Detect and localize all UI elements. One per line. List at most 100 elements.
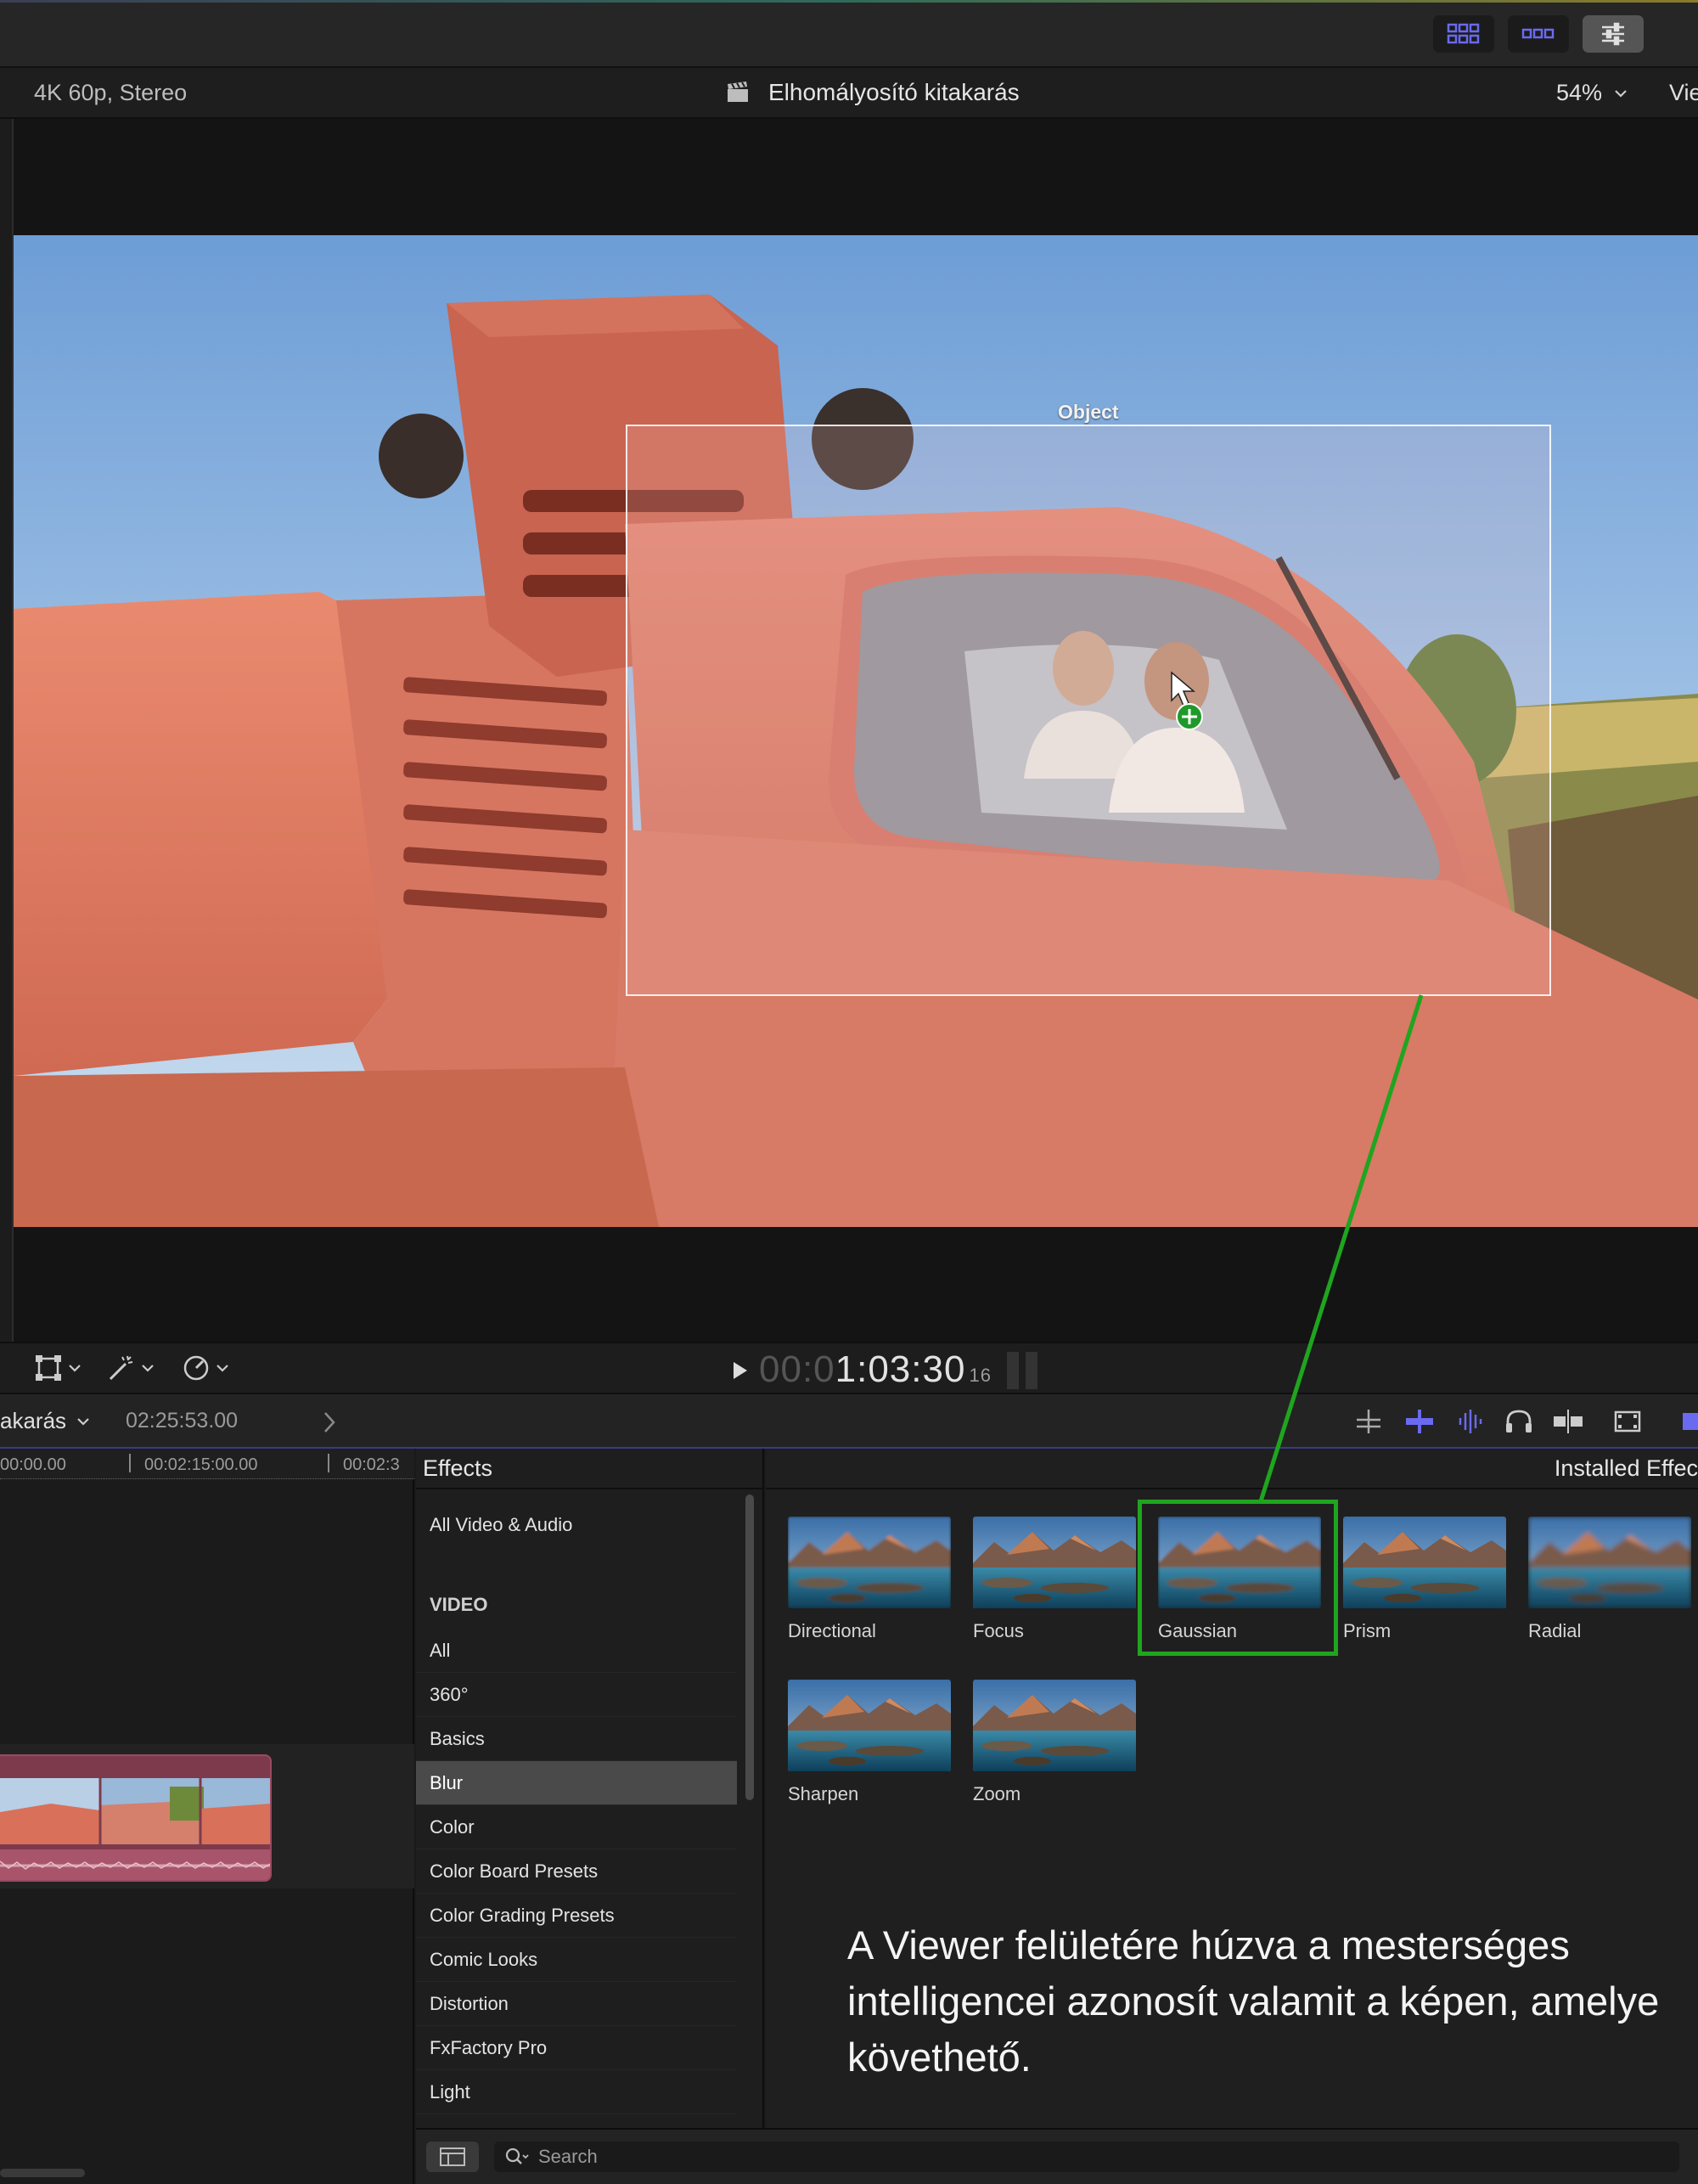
timeline-header: akarás 02:25:53.00	[0, 1394, 1698, 1449]
clip-audio-waveform	[0, 1849, 270, 1880]
transform-icon	[36, 1355, 61, 1381]
category-distortion[interactable]: Distortion	[416, 1982, 737, 2026]
sidebar-scrollbar[interactable]	[745, 1494, 754, 1800]
timecode-frames: 16	[969, 1365, 992, 1386]
skimming-icon[interactable]	[1404, 1408, 1435, 1435]
effect-label: Focus	[973, 1620, 1024, 1641]
index-icon[interactable]	[1353, 1408, 1384, 1435]
audio-skimming-icon[interactable]	[1455, 1408, 1486, 1435]
clip-thumbnails	[0, 1778, 270, 1844]
effect-radial[interactable]: Radial	[1528, 1517, 1693, 1642]
category-basics[interactable]: Basics	[416, 1717, 737, 1761]
category-color-board-presets[interactable]: Color Board Presets	[416, 1849, 737, 1894]
project-duration: 02:25:53.00	[126, 1409, 239, 1433]
category-color[interactable]: Color	[416, 1805, 737, 1849]
transform-menu[interactable]	[34, 1354, 82, 1382]
effect-label: Sharpen	[788, 1783, 859, 1804]
timeline-icon	[1521, 28, 1555, 39]
category-all-video-audio[interactable]: All Video & Audio	[416, 1503, 737, 1547]
divider	[766, 1488, 1698, 1489]
view-menu[interactable]: Vie	[1669, 80, 1698, 106]
category-360[interactable]: 360°	[416, 1673, 737, 1717]
effect-label: Prism	[1343, 1620, 1392, 1641]
sliders-icon	[1602, 22, 1624, 46]
grid-icon	[1447, 23, 1480, 44]
gaussian-highlight-frame	[1138, 1500, 1338, 1656]
effect-sharpen[interactable]: Sharpen	[788, 1680, 953, 1805]
category-blur[interactable]: Blur	[416, 1761, 737, 1805]
effect-thumbnail	[788, 1680, 951, 1771]
timeline-toggle-button[interactable]	[1508, 15, 1569, 53]
category-comic-looks[interactable]: Comic Looks	[416, 1938, 737, 1982]
retime-menu[interactable]	[182, 1354, 229, 1382]
top-toolbar	[0, 0, 1698, 68]
viewer-format: 4K 60p, Stereo	[34, 80, 188, 105]
zoom-menu[interactable]: 54%	[1556, 80, 1628, 106]
audio-meter	[1007, 1352, 1041, 1389]
effects-title: Effects	[423, 1455, 493, 1481]
search-input[interactable]	[538, 2146, 1642, 2168]
effects-sidebar: Effects All Video & Audio VIDEO All 360°…	[416, 1449, 764, 2184]
snapping-icon[interactable]	[1552, 1408, 1584, 1435]
project-name: akarás	[0, 1408, 67, 1433]
timeline-scrollbar[interactable]	[0, 2169, 85, 2177]
ruler-tick-label: 00:02:3	[343, 1455, 400, 1474]
clapperboard-icon	[728, 82, 748, 102]
ruler-tick-label: 00:02:15:00.00	[144, 1455, 258, 1474]
timeline[interactable]: 00:00.00 00:02:15:00.00 00:02:3	[0, 1449, 414, 2184]
project-title: Elhomályosító kitakarás	[768, 79, 1020, 105]
play-icon[interactable]	[732, 1360, 749, 1381]
browser-toggle-button[interactable]	[1433, 15, 1494, 53]
timeline-ruler: 00:00.00 00:02:15:00.00 00:02:3	[0, 1449, 414, 1479]
category-all[interactable]: All	[416, 1629, 737, 1673]
category-fxfactory-pro[interactable]: FxFactory Pro	[416, 2026, 737, 2070]
timeline-clip[interactable]	[0, 1754, 272, 1882]
effects-browser-icon[interactable]	[1681, 1408, 1698, 1435]
effect-thumbnail	[1343, 1517, 1506, 1608]
left-panel-edge	[0, 119, 14, 1342]
category-header-video: VIDEO	[430, 1594, 488, 1615]
effect-label: Radial	[1528, 1620, 1582, 1641]
search-icon	[505, 2147, 529, 2164]
chevron-down-icon	[1615, 89, 1627, 98]
category-light[interactable]: Light	[416, 2070, 737, 2114]
clip-appearance-icon[interactable]	[1613, 1408, 1642, 1435]
chevron-right-icon[interactable]	[321, 1410, 338, 1435]
object-tracker-box[interactable]	[626, 425, 1551, 996]
chevron-down-icon	[77, 1417, 89, 1426]
effect-directional[interactable]: Directional	[788, 1517, 953, 1642]
chevron-down-icon	[69, 1365, 81, 1372]
timecode-display: 00:0 1:03:30 16	[759, 1348, 992, 1391]
zoom-level: 54%	[1556, 80, 1603, 105]
effect-thumbnail	[788, 1517, 951, 1608]
effect-focus[interactable]: Focus	[973, 1517, 1138, 1642]
effect-label: Directional	[788, 1620, 876, 1641]
effects-search-bar	[416, 2128, 1698, 2184]
effect-label: Zoom	[973, 1783, 1021, 1804]
effect-zoom[interactable]: Zoom	[973, 1680, 1138, 1805]
sidebar-toggle-button[interactable]	[426, 2142, 479, 2172]
viewer-controls: 00:0 1:03:30 16	[0, 1342, 1698, 1394]
toolbar-accent-line	[0, 0, 1698, 3]
effect-prism[interactable]: Prism	[1343, 1517, 1508, 1642]
installed-effects-label: Installed Effec	[1554, 1455, 1698, 1481]
category-color-grading-presets[interactable]: Color Grading Presets	[416, 1894, 737, 1938]
sidebar-icon	[440, 2147, 465, 2166]
project-menu[interactable]: akarás	[0, 1408, 90, 1434]
timecode-dim: 00:0	[759, 1348, 835, 1390]
inspector-toggle-button[interactable]	[1583, 15, 1644, 53]
headphones-icon[interactable]	[1504, 1408, 1533, 1435]
viewer-title: Elhomályosító kitakarás	[726, 79, 1020, 106]
effect-thumbnail	[1528, 1517, 1691, 1608]
viewer-info-bar: 4K 60p, Stereo Elhomályosító kitakarás 5…	[0, 68, 1698, 119]
enhance-menu[interactable]	[107, 1354, 155, 1382]
search-field[interactable]	[494, 2142, 1679, 2172]
effect-thumbnail	[973, 1680, 1136, 1771]
magic-wand-icon	[109, 1355, 133, 1381]
annotation-text: A Viewer felületére húzva a mesterséges …	[847, 1922, 1660, 2080]
effect-thumbnail	[973, 1517, 1136, 1608]
ruler-tick-label: 00:00.00	[0, 1455, 66, 1474]
chevron-down-icon	[216, 1365, 228, 1372]
timecode-main: 1:03:30	[835, 1348, 966, 1390]
divider	[416, 1488, 764, 1489]
